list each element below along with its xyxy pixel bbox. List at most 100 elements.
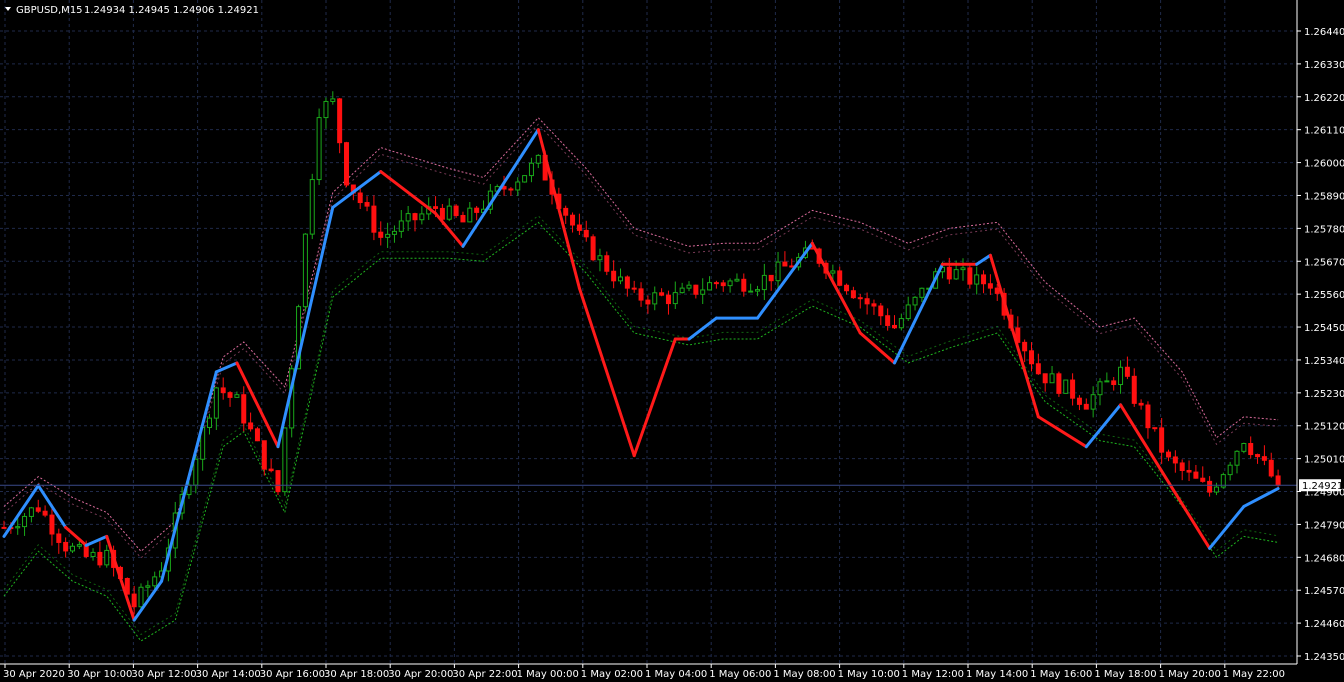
bear-candle-body [590,236,596,261]
bull-candle-body [385,233,391,238]
bear-candle-body [1207,480,1213,493]
bear-candle-body [1268,459,1274,477]
bear-candle-body [871,303,877,307]
bear-candle-body [1261,456,1267,461]
y-tick-label: 1.25230 [1304,389,1344,400]
price-chart[interactable]: 1.26440 1.26330 1.26220 1.26110 1.26000 1.258… [0,0,1344,682]
bull-candle-body [467,207,473,223]
bull-candle-body [76,544,82,547]
y-tick-label: 1.26220 [1304,93,1344,104]
bull-candle-body [960,267,966,271]
bull-candle-body [1090,394,1096,410]
bear-candle-body [981,274,987,285]
bull-candle-body [193,458,199,486]
y-tick-label: 1.25560 [1304,290,1344,301]
bull-candle-body [28,507,34,517]
y-tick-label: 1.24350 [1304,652,1344,663]
bear-candle-body [576,224,582,231]
bear-candle-body [261,440,267,470]
bear-candle-body [659,292,665,296]
bear-candle-body [268,468,274,472]
bull-candle-body [234,394,240,398]
bear-candle-body [433,206,439,209]
y-tick-label: 1.25890 [1304,191,1344,202]
bull-candle-body [652,292,658,305]
bull-candle-body [528,162,534,177]
bear-candle-body [1275,475,1281,486]
bear-candle-body [1056,373,1062,394]
chart-header: GBPUSD,M15 1.24934 1.24945 1.24906 1.249… [5,5,259,16]
bear-candle-body [994,287,1000,294]
bear-candle-body [220,387,226,394]
bear-candle-body [357,192,363,204]
bull-candle-body [1241,442,1247,452]
bear-candle-body [474,207,480,213]
y-tick-label: 1.25670 [1304,257,1344,268]
bear-candle-body [1255,454,1261,458]
bear-candle-body [1042,373,1048,384]
y-tick-label: 1.26110 [1304,126,1344,137]
bear-candle-body [1083,403,1089,410]
bear-candle-body [337,98,343,144]
y-tick-label: 1.26000 [1304,159,1344,170]
bear-candle-body [1172,456,1178,464]
current-price-tag: 1.24921 [1299,479,1343,492]
x-tick-label: 30 Apr 2020 [3,669,65,680]
x-tick-label: 1 May 22:00 [1223,669,1285,680]
bear-candle-body [1,526,7,529]
bull-candle-body [70,545,75,552]
bear-candle-body [987,283,993,289]
bull-candle-body [522,175,528,183]
bull-candle-body [330,98,336,102]
bear-candle-body [1159,427,1165,453]
bear-candle-body [412,213,418,221]
bull-candle-body [316,117,322,181]
x-tick-label: 30 Apr 12:00 [131,669,196,680]
bear-candle-body [857,297,863,300]
symbol-label: GBPUSD,M15 [16,5,83,16]
bull-candle-body [686,284,692,289]
bear-candle-body [371,205,377,233]
x-tick-label: 1 May 04:00 [645,669,707,680]
bear-candle-body [1179,462,1185,471]
bear-candle-body [768,274,774,282]
bear-candle-body [631,287,637,290]
x-tick-label: 1 May 06:00 [709,669,771,680]
bear-candle-body [1152,427,1158,430]
bull-candle-body [898,318,904,329]
x-tick-label: 30 Apr 22:00 [452,669,517,680]
bull-candle-body [152,576,158,587]
bear-candle-body [248,422,254,430]
bull-candle-body [905,304,911,320]
bear-candle-body [1111,380,1117,386]
bear-candle-body [344,142,349,186]
bear-candle-body [885,315,891,326]
bear-candle-body [946,266,952,280]
bear-candle-body [604,255,610,272]
bull-candle-body [727,280,733,287]
bear-candle-body [1248,442,1254,456]
bull-candle-body [1049,373,1055,384]
y-tick-label: 1.26440 [1304,27,1344,38]
bull-candle-body [618,276,623,282]
bear-candle-body [1076,397,1082,405]
bull-candle-body [90,551,96,557]
bull-candle-body [672,292,678,305]
bull-candle-body [323,100,329,119]
bear-candle-body [439,207,445,220]
bear-candle-body [720,282,726,287]
bull-candle-body [419,213,425,221]
bear-candle-body [49,514,55,535]
x-tick-label: 30 Apr 14:00 [196,669,261,680]
x-tick-label: 1 May 02:00 [581,669,643,680]
bull-candle-body [213,387,219,419]
x-tick-label: 30 Apr 10:00 [67,669,132,680]
bear-candle-body [508,188,514,191]
bull-candle-body [748,290,754,293]
bear-candle-body [42,510,48,516]
y-tick-label: 1.24570 [1304,586,1344,597]
y-tick-label: 1.24680 [1304,553,1344,564]
bear-candle-body [241,394,247,424]
bear-candle-body [131,593,137,608]
x-tick-label: 30 Apr 20:00 [388,669,453,680]
